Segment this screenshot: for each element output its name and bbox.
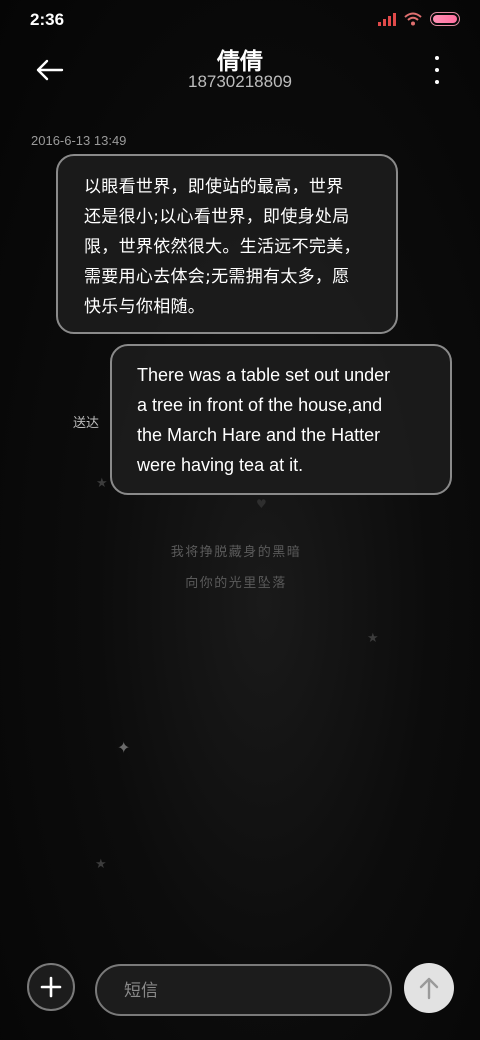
message-text-line: There was a table set out under <box>137 365 391 385</box>
heart-decoration: ♥ <box>256 497 267 511</box>
battery-icon <box>430 12 460 26</box>
star-decoration: ★ <box>96 476 108 491</box>
message-text-line: 需要用心去体会;无需拥有太多，愿 <box>84 267 350 287</box>
message-text-line: a tree in front of the house,and <box>137 395 383 415</box>
message-text-line: 限，世界依然很大。生活远不完美， <box>84 237 361 257</box>
contact-name: 倩倩 <box>217 49 263 75</box>
status-bar: 2:36 <box>0 0 480 40</box>
more-vertical-icon <box>435 56 439 60</box>
message-input-field[interactable] <box>95 964 392 1016</box>
contact-phone-number: 18730218809 <box>187 72 292 91</box>
message-timestamp: 2016-6-13 13:49 <box>31 133 127 148</box>
delivery-status: 送达 <box>73 416 100 431</box>
message-text-line: 还是很小;以心看世界，即使身处局 <box>84 207 350 227</box>
signal-icon <box>378 12 396 26</box>
message-text-line: were having tea at it. <box>137 455 304 475</box>
background-poem-line: 向你的光里坠落 <box>185 576 287 591</box>
incoming-message-bubble[interactable]: 以眼看世界，即使站的最高，世界 还是很小;以心看世界，即使身处局 限，世界依然很… <box>56 154 398 334</box>
message-text-line: the March Hare and the Hatter <box>137 425 381 445</box>
star-decoration: ★ <box>95 857 107 872</box>
sparkle-decoration: ✦ <box>117 738 131 757</box>
star-decoration: ★ <box>367 631 379 646</box>
wifi-icon <box>404 12 422 26</box>
status-time: 2:36 <box>30 10 65 29</box>
conversation-header: 倩倩 18730218809 <box>0 40 480 110</box>
background-poem-line: 我将挣脱藏身的黑暗 <box>170 545 302 560</box>
message-composer <box>0 960 480 1020</box>
add-attachment-button[interactable] <box>27 963 75 1011</box>
message-input[interactable] <box>122 966 376 1016</box>
send-button[interactable] <box>404 963 454 1013</box>
outgoing-message-bubble[interactable]: There was a table set out under a tree i… <box>110 344 452 495</box>
arrow-up-icon <box>419 977 439 1000</box>
message-text-line: 快乐与你相随。 <box>84 297 206 317</box>
status-icons <box>378 12 460 26</box>
plus-icon <box>40 976 62 998</box>
message-text-line: 以眼看世界，即使站的最高，世界 <box>84 177 344 197</box>
more-options-button[interactable] <box>430 56 444 84</box>
